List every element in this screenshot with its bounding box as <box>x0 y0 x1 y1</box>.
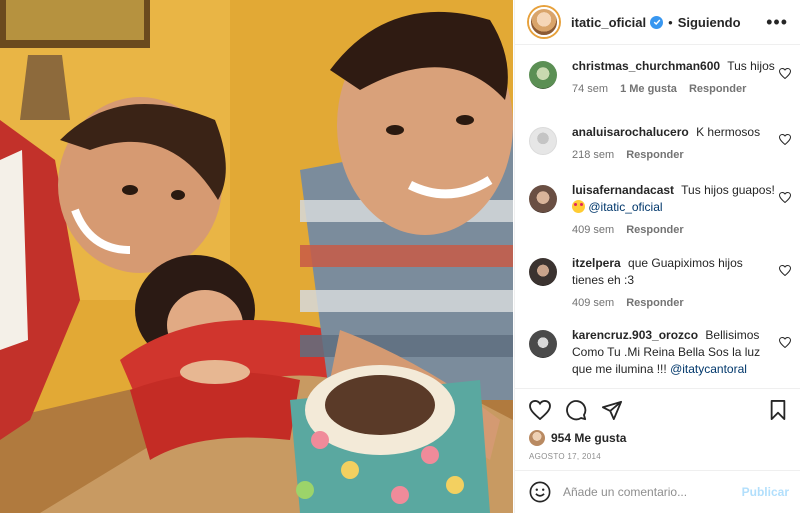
comment-meta: 409 sem Responder <box>572 295 777 312</box>
reply-button[interactable]: Responder <box>626 147 683 164</box>
following-button[interactable]: Siguiendo <box>678 15 741 30</box>
reply-button[interactable]: Responder <box>626 295 683 312</box>
likes-summary: 954 Me gusta <box>529 430 787 446</box>
comment-mention[interactable]: @itatic_oficial <box>588 200 662 214</box>
publish-button[interactable]: Publicar <box>742 485 789 499</box>
post-side-panel: itatic_oficial • Siguiendo ••• christmas… <box>514 0 800 513</box>
like-comment-heart-icon[interactable] <box>778 263 792 281</box>
comment-mention[interactable]: @itatycantoral <box>670 362 747 376</box>
comment-item: christmas_churchman600 Tus hijos 74 sem … <box>515 58 800 124</box>
bookmark-icon[interactable] <box>769 400 787 420</box>
comment-composer: Añade un comentario... Publicar <box>515 470 800 513</box>
post-date[interactable]: AGOSTO 17, 2014 <box>529 452 787 461</box>
comments-list[interactable]: christmas_churchman600 Tus hijos 74 sem … <box>515 58 800 380</box>
comment-meta: 218 sem Responder <box>572 147 777 164</box>
comment-item: karencruz.903_orozco Bellisimos Como Tu … <box>515 327 800 380</box>
emoji-picker-icon[interactable] <box>529 481 551 503</box>
comment-bubble-icon[interactable] <box>565 399 587 421</box>
comment-item: luisafernandacast Tus hijos guapos! @ita… <box>515 182 800 255</box>
liker-avatar[interactable] <box>529 430 545 446</box>
like-comment-heart-icon[interactable] <box>778 132 792 150</box>
comment-text: Tus hijos <box>727 59 775 73</box>
comment-meta: 74 sem 1 Me gusta Responder <box>572 81 777 98</box>
action-icons-row <box>529 395 787 425</box>
like-comment-heart-icon[interactable] <box>778 190 792 208</box>
post-actions: 954 Me gusta AGOSTO 17, 2014 <box>515 388 800 461</box>
likes-count[interactable]: 954 Me gusta <box>551 431 626 445</box>
commenter-avatar[interactable] <box>529 185 557 213</box>
reply-button[interactable]: Responder <box>626 222 683 239</box>
comment-item: analuisarochalucero K hermosos 218 sem R… <box>515 124 800 182</box>
commenter-username[interactable]: itzelpera <box>572 256 621 270</box>
like-comment-heart-icon[interactable] <box>778 66 792 84</box>
comment-text: Tus hijos guapos! <box>681 183 775 197</box>
post-photo-illustration <box>0 0 513 513</box>
comment-time[interactable]: 74 sem <box>572 81 608 98</box>
header-separator: • <box>668 14 673 30</box>
post-photo[interactable] <box>0 0 513 513</box>
commenter-username[interactable]: luisafernandacast <box>572 183 674 197</box>
comment-likes[interactable]: 1 Me gusta <box>620 81 677 98</box>
commenter-username[interactable]: analuisarochalucero <box>572 125 689 139</box>
comment-text: K hermosos <box>696 125 761 139</box>
comment-input[interactable]: Añade un comentario... <box>563 485 742 499</box>
author-avatar[interactable] <box>529 7 559 37</box>
comment-time[interactable]: 218 sem <box>572 147 614 164</box>
like-comment-heart-icon[interactable] <box>778 335 792 353</box>
comment-item: itzelpera que Guapiximos hijos tienes eh… <box>515 255 800 327</box>
comment-meta: 409 sem Responder <box>572 222 777 239</box>
commenter-username[interactable]: christmas_churchman600 <box>572 59 720 73</box>
comment-time[interactable]: 409 sem <box>572 295 614 312</box>
commenter-avatar[interactable] <box>529 61 557 89</box>
post-header: itatic_oficial • Siguiendo ••• <box>515 0 800 45</box>
share-send-icon[interactable] <box>601 400 623 420</box>
reply-button[interactable]: Responder <box>689 81 746 98</box>
like-heart-icon[interactable] <box>529 400 551 420</box>
author-username[interactable]: itatic_oficial <box>571 15 646 30</box>
verified-badge-icon <box>650 15 664 29</box>
commenter-username[interactable]: karencruz.903_orozco <box>572 328 698 342</box>
more-options-icon[interactable]: ••• <box>766 13 788 31</box>
commenter-avatar[interactable] <box>529 258 557 286</box>
commenter-avatar[interactable] <box>529 330 557 358</box>
commenter-avatar[interactable] <box>529 127 557 155</box>
comment-time[interactable]: 409 sem <box>572 222 614 239</box>
star-eyes-emoji-icon <box>572 200 585 213</box>
